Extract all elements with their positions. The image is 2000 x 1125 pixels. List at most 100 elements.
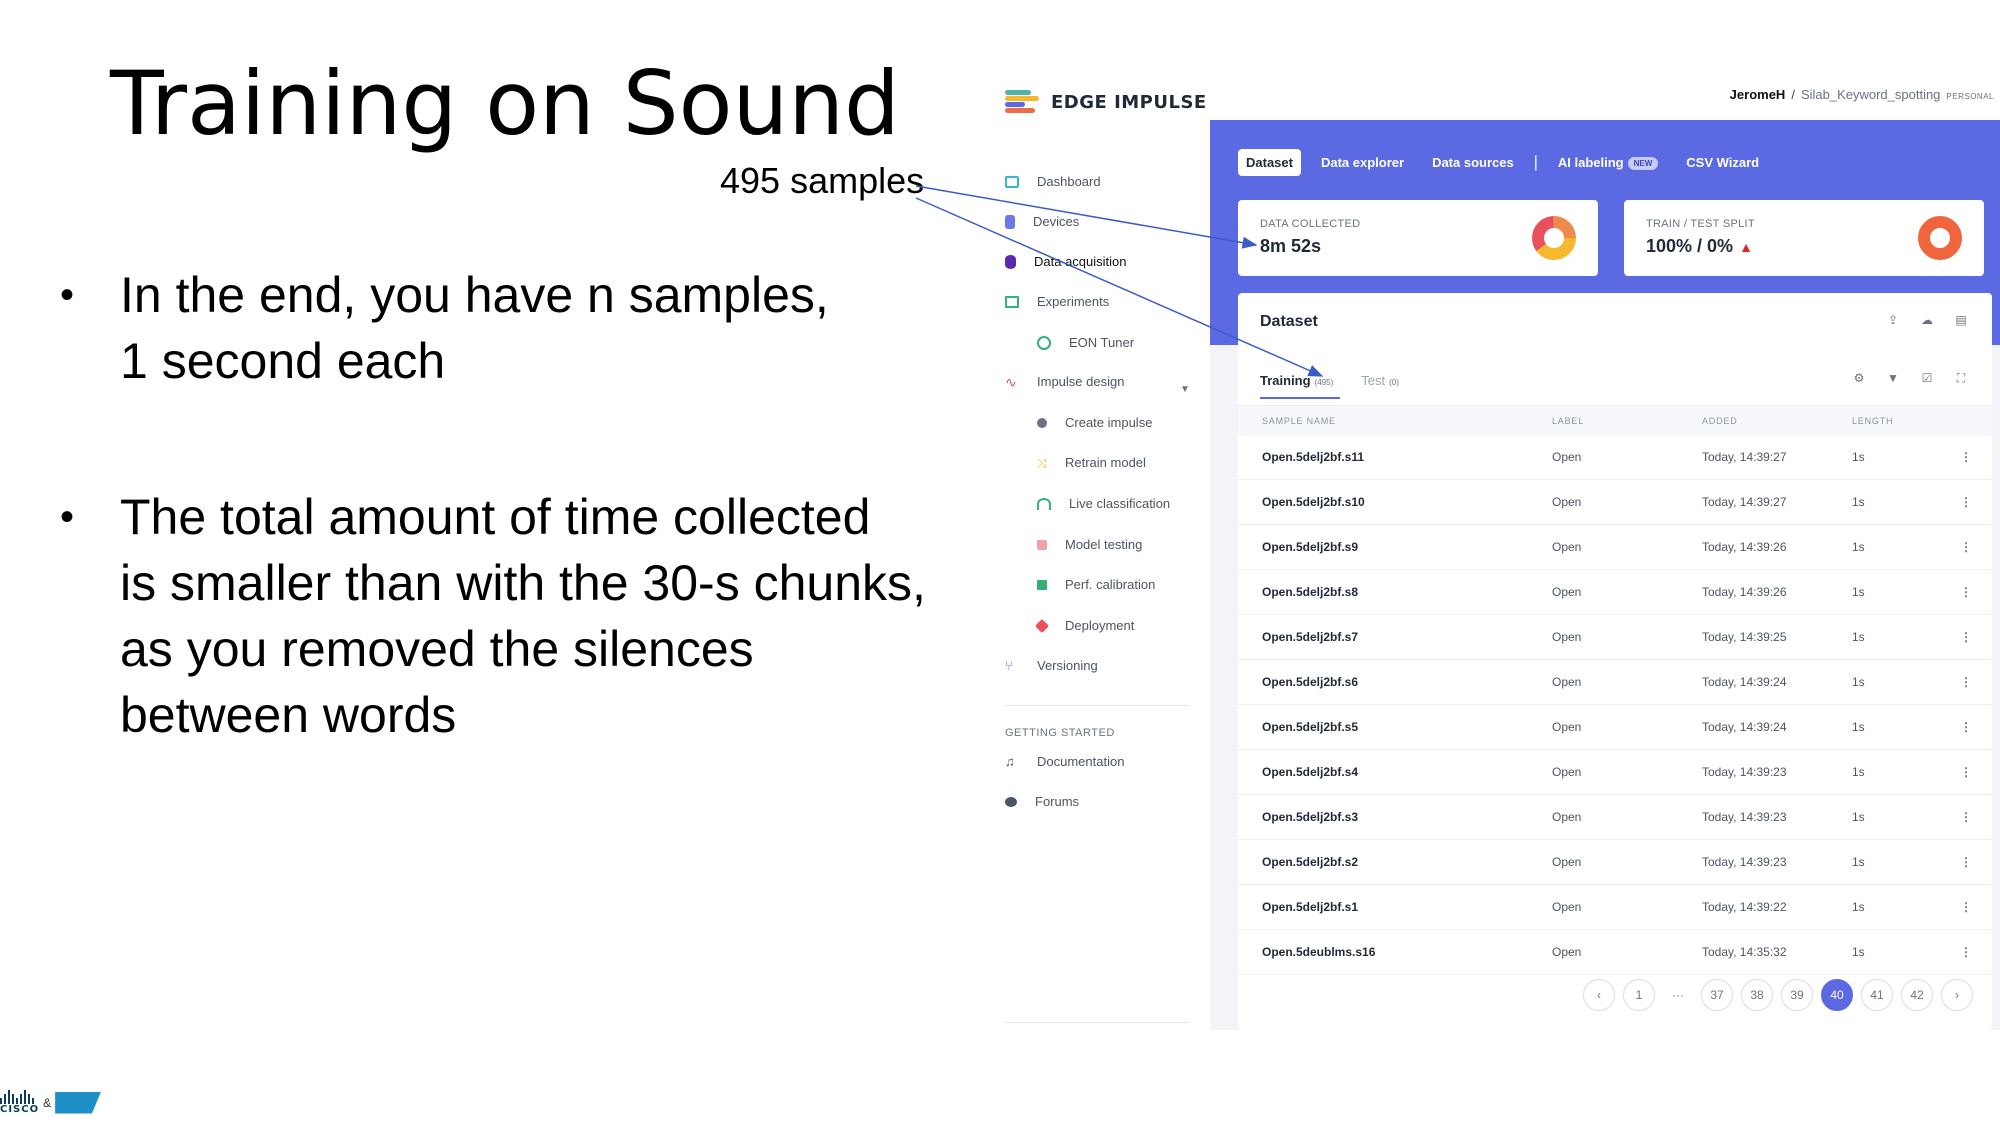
sidebar-item-dashboard[interactable]: Dashboard [1005, 174, 1101, 189]
sidebar-item-forums[interactable]: Forums [1005, 794, 1079, 809]
page-button[interactable]: 1 [1623, 979, 1655, 1011]
train-test-split-label: TRAIN / TEST SPLIT [1646, 218, 1755, 230]
table-row[interactable]: Open.5delj2bf.s1 Open Today, 14:39:22 1s ⋮ [1238, 885, 1992, 930]
chevron-down-icon[interactable]: ▼ [1180, 384, 1190, 395]
table-row[interactable]: Open.5delj2bf.s9 Open Today, 14:39:26 1s ⋮ [1238, 525, 1992, 570]
added-cell: Today, 14:39:27 [1702, 495, 1787, 509]
sidebar-item-label: EON Tuner [1069, 335, 1135, 350]
sidebar-item-label: Retrain model [1065, 455, 1146, 470]
length-cell: 1s [1852, 720, 1865, 734]
prev-page-button[interactable]: ‹ [1583, 979, 1615, 1011]
page-button[interactable]: 39 [1781, 979, 1813, 1011]
col-length[interactable]: LENGTH [1852, 416, 1893, 426]
sample-name-cell: Open.5delj2bf.s11 [1262, 450, 1365, 464]
table-row[interactable]: Open.5delj2bf.s4 Open Today, 14:39:23 1s ⋮ [1238, 750, 1992, 795]
branch-icon: ⑂ [1005, 657, 1013, 673]
sidebar-item-label: Experiments [1037, 294, 1110, 309]
bullet-2-line-4: between words [120, 687, 457, 743]
table-row[interactable]: Open.5delj2bf.s10 Open Today, 14:39:27 1s ⋮ [1238, 480, 1992, 525]
sidebar-item-label: Data acquisition [1034, 254, 1127, 269]
added-cell: Today, 14:39:26 [1702, 540, 1787, 554]
added-cell: Today, 14:39:22 [1702, 900, 1787, 914]
tab-csv-wizard[interactable]: CSV Wizard [1678, 149, 1767, 176]
more-options-icon[interactable]: ⋮ [1960, 450, 1972, 464]
experiments-icon [1005, 295, 1019, 308]
bar-chart-icon [1037, 579, 1047, 590]
tab-test[interactable]: Test (0) [1361, 373, 1399, 388]
sidebar-item-eon-tuner[interactable]: EON Tuner [1037, 335, 1134, 350]
sidebar-item-perf-calibration[interactable]: Perf. calibration [1037, 577, 1155, 592]
sidebar-item-live-classification[interactable]: Live classification [1037, 496, 1170, 511]
test-count: (0) [1389, 378, 1399, 387]
tab-ai-labeling[interactable]: AI labeling NEW [1550, 149, 1666, 176]
page-button[interactable]: 41 [1861, 979, 1893, 1011]
more-options-icon[interactable]: ⋮ [1960, 945, 1972, 959]
breadcrumb-project[interactable]: Silab_Keyword_spotting [1801, 87, 1940, 102]
shuffle-icon: ⤨ [1037, 455, 1047, 470]
sidebar-item-experiments[interactable]: Experiments [1005, 294, 1109, 309]
sidebar-item-impulse-design[interactable]: ∿ Impulse design [1005, 374, 1124, 389]
sidebar-item-label: Devices [1033, 214, 1080, 229]
data-collected-donut-icon [1532, 216, 1576, 260]
personal-badge: PERSONAL [1946, 92, 1994, 101]
sidebar-item-deployment[interactable]: Deployment [1034, 618, 1134, 633]
more-options-icon[interactable]: ⋮ [1960, 675, 1972, 689]
file-icon[interactable]: ▤ [1954, 313, 1968, 327]
more-options-icon[interactable]: ⋮ [1960, 495, 1972, 509]
length-cell: 1s [1852, 585, 1865, 599]
sample-name-cell: Open.5delj2bf.s6 [1262, 675, 1359, 689]
brand[interactable]: EDGE IMPULSE [1005, 90, 1207, 114]
current-page-button[interactable]: 40 [1821, 979, 1853, 1011]
sidebar-item-data-acquisition[interactable]: Data acquisition [1005, 254, 1127, 269]
sidebar-item-create-impulse[interactable]: Create impulse [1037, 415, 1152, 430]
tab-data-explorer[interactable]: Data explorer [1313, 149, 1412, 176]
table-row[interactable]: Open.5delj2bf.s6 Open Today, 14:39:24 1s ⋮ [1238, 660, 1992, 705]
col-sample-name[interactable]: SAMPLE NAME [1262, 416, 1336, 426]
table-row[interactable]: Open.5delj2bf.s2 Open Today, 14:39:23 1s ⋮ [1238, 840, 1992, 885]
col-label[interactable]: LABEL [1552, 416, 1584, 426]
table-row[interactable]: Open.5delj2bf.s7 Open Today, 14:39:25 1s ⋮ [1238, 615, 1992, 660]
more-options-icon[interactable]: ⋮ [1960, 540, 1972, 554]
sidebar-item-model-testing[interactable]: Model testing [1037, 537, 1142, 552]
tab-training[interactable]: Training (495) [1260, 373, 1333, 388]
table-row[interactable]: Open.5delj2bf.s11 Open Today, 14:39:27 1s ⋮ [1238, 435, 1992, 480]
active-tab-underline [1260, 397, 1340, 399]
next-page-button[interactable]: › [1941, 979, 1973, 1011]
more-options-icon[interactable]: ⋮ [1960, 855, 1972, 869]
list-actions: ⚙ ▼ ☑ ⛶ [1852, 371, 1968, 386]
more-options-icon[interactable]: ⋮ [1960, 630, 1972, 644]
sidebar-item-label: Model testing [1065, 537, 1143, 552]
table-row[interactable]: Open.5delj2bf.s5 Open Today, 14:39:24 1s ⋮ [1238, 705, 1992, 750]
eye-settings-icon[interactable]: ⚙ [1852, 371, 1866, 385]
more-options-icon[interactable]: ⋮ [1960, 765, 1972, 779]
sidebar-item-retrain-model[interactable]: ⤨ Retrain model [1037, 455, 1146, 470]
cloud-icon[interactable]: ☁ [1920, 313, 1934, 327]
breadcrumb-user[interactable]: JeromeH [1730, 87, 1786, 102]
table-row[interactable]: Open.5deublms.s16 Open Today, 14:35:32 1s ⋮ [1238, 930, 1992, 975]
page-button[interactable]: 37 [1701, 979, 1733, 1011]
col-added[interactable]: ADDED [1702, 416, 1738, 426]
sidebar-item-versioning[interactable]: ⑂ Versioning [1005, 658, 1098, 673]
sidebar-item-label: Documentation [1037, 754, 1125, 769]
page-button[interactable]: 38 [1741, 979, 1773, 1011]
table-row[interactable]: Open.5delj2bf.s3 Open Today, 14:39:23 1s ⋮ [1238, 795, 1992, 840]
data-collected-label: DATA COLLECTED [1260, 218, 1361, 230]
upload-icon[interactable]: ⇪ [1886, 313, 1900, 327]
sidebar-item-documentation[interactable]: ♫ Documentation [1005, 754, 1124, 769]
length-cell: 1s [1852, 675, 1865, 689]
more-options-icon[interactable]: ⋮ [1960, 720, 1972, 734]
checkbox-icon[interactable]: ☑ [1920, 371, 1934, 385]
more-options-icon[interactable]: ⋮ [1960, 585, 1972, 599]
sidebar-item-devices[interactable]: Devices [1005, 214, 1079, 229]
filter-icon[interactable]: ▼ [1886, 371, 1900, 385]
sidebar: EDGE IMPULSE Dashboard Devices Data acqu… [985, 70, 1210, 1030]
tab-data-sources[interactable]: Data sources [1424, 149, 1522, 176]
page-button[interactable]: 42 [1901, 979, 1933, 1011]
table-row[interactable]: Open.5delj2bf.s8 Open Today, 14:39:26 1s ⋮ [1238, 570, 1992, 615]
tab-dataset[interactable]: Dataset [1238, 149, 1301, 176]
more-options-icon[interactable]: ⋮ [1960, 900, 1972, 914]
more-options-icon[interactable]: ⋮ [1960, 810, 1972, 824]
tab-test-label: Test [1361, 373, 1386, 388]
label-cell: Open [1552, 855, 1582, 869]
expand-icon[interactable]: ⛶ [1954, 371, 1968, 385]
